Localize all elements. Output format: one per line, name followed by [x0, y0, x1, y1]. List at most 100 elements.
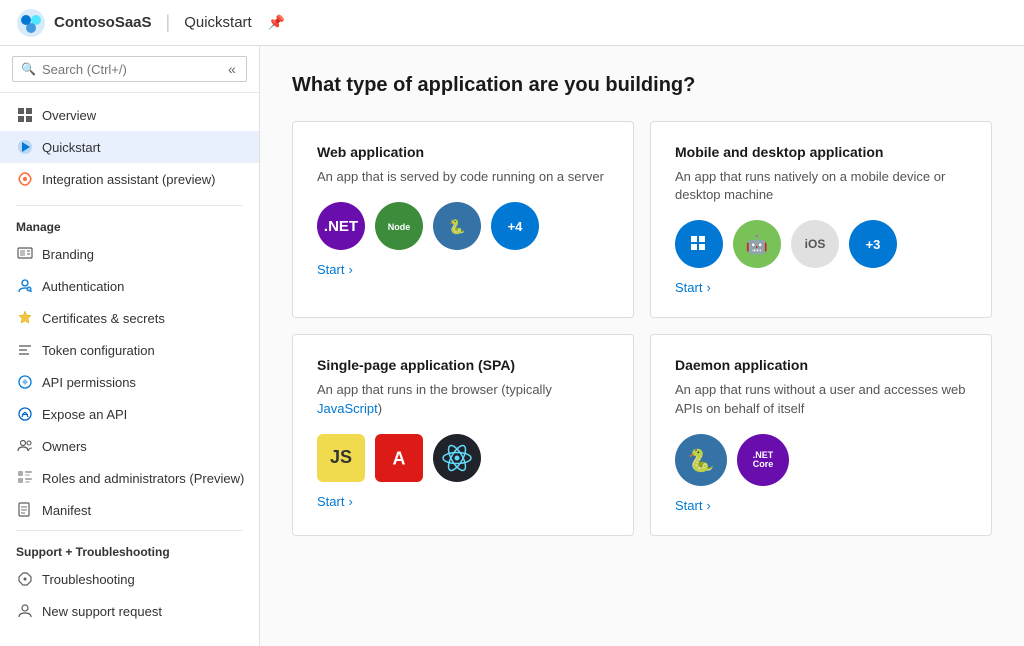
angular-icon: A [375, 434, 423, 482]
card-daemon-start[interactable]: Start › [675, 498, 967, 513]
svg-text:Node: Node [388, 222, 411, 232]
sidebar: 🔍 « Overview Quickstart [0, 46, 260, 646]
card-daemon-start-arrow: › [706, 498, 710, 513]
svg-text:🤖: 🤖 [746, 234, 768, 255]
manage-section-label: Manage [0, 210, 259, 238]
sidebar-item-api-permissions[interactable]: API permissions [0, 366, 259, 398]
expose-icon [16, 405, 34, 423]
dotnetcore-core: Core [753, 460, 774, 469]
search-input[interactable] [42, 62, 218, 77]
nodejs-icon: Node [375, 202, 423, 250]
js-icon: JS [317, 434, 365, 482]
sidebar-item-quickstart[interactable]: Quickstart [0, 131, 259, 163]
plus3-icon: +3 [849, 220, 897, 268]
nav-main: Overview Quickstart Integration assistan… [0, 93, 259, 201]
card-mobile-title: Mobile and desktop application [675, 144, 967, 160]
sidebar-item-certs-label: Certificates & secrets [42, 311, 165, 326]
sidebar-item-roles[interactable]: Roles and administrators (Preview) [0, 462, 259, 494]
card-web: Web application An app that is served by… [292, 121, 634, 318]
manage-divider [16, 205, 243, 206]
card-web-desc: An app that is served by code running on… [317, 168, 609, 186]
certs-icon [16, 309, 34, 327]
card-spa-title: Single-page application (SPA) [317, 357, 609, 373]
svg-text:A: A [393, 448, 406, 468]
sidebar-item-api-permissions-label: API permissions [42, 375, 136, 390]
topbar: ContosoSaaS | Quickstart 📌 [0, 0, 1024, 46]
card-web-start-arrow: › [348, 262, 352, 277]
search-bar: 🔍 « [0, 46, 259, 93]
page-title: What type of application are you buildin… [292, 74, 992, 97]
collapse-icon[interactable]: « [224, 61, 240, 77]
sidebar-item-support-request-label: New support request [42, 604, 162, 619]
card-spa: Single-page application (SPA) An app tha… [292, 334, 634, 535]
sidebar-item-token-label: Token configuration [42, 343, 155, 358]
sidebar-item-overview-label: Overview [42, 108, 96, 123]
card-web-start-label: Start [317, 262, 344, 277]
card-web-start[interactable]: Start › [317, 262, 609, 277]
sidebar-item-overview[interactable]: Overview [0, 99, 259, 131]
app-name: ContosoSaaS [54, 14, 152, 31]
card-mobile-start-arrow: › [706, 280, 710, 295]
pin-icon[interactable]: 📌 [268, 14, 285, 31]
card-spa-start-label: Start [317, 494, 344, 509]
card-mobile-desc: An app that runs natively on a mobile de… [675, 168, 967, 204]
svg-text:🐍: 🐍 [448, 218, 465, 235]
card-web-title: Web application [317, 144, 609, 160]
sidebar-item-manifest[interactable]: Manifest [0, 494, 259, 526]
dotnet-icon: .NET [317, 202, 365, 250]
android-icon: 🤖 [733, 220, 781, 268]
sidebar-item-authentication[interactable]: Authentication [0, 270, 259, 302]
main-content: What type of application are you buildin… [260, 46, 1024, 646]
topbar-page: Quickstart [184, 14, 252, 31]
card-daemon-desc: An app that runs without a user and acce… [675, 381, 967, 417]
owners-icon [16, 437, 34, 455]
sidebar-item-branding[interactable]: Branding [0, 238, 259, 270]
sidebar-item-support-request[interactable]: New support request [0, 595, 259, 627]
card-spa-desc: An app that runs in the browser (typical… [317, 381, 609, 417]
sidebar-item-manifest-label: Manifest [42, 503, 91, 518]
card-web-icons: .NET Node 🐍 +4 [317, 202, 609, 250]
roles-icon [16, 469, 34, 487]
ios-icon: iOS [791, 220, 839, 268]
sidebar-item-authentication-label: Authentication [42, 279, 124, 294]
sidebar-item-integration-label: Integration assistant (preview) [42, 172, 215, 187]
sidebar-item-certs[interactable]: Certificates & secrets [0, 302, 259, 334]
app-logo: ContosoSaaS [16, 8, 152, 38]
auth-icon [16, 277, 34, 295]
card-daemon-title: Daemon application [675, 357, 967, 373]
sidebar-item-integration[interactable]: Integration assistant (preview) [0, 163, 259, 195]
quickstart-icon [16, 138, 34, 156]
branding-icon [16, 245, 34, 263]
token-icon [16, 341, 34, 359]
sidebar-item-troubleshooting[interactable]: Troubleshooting [0, 563, 259, 595]
search-icon: 🔍 [21, 62, 36, 76]
overview-icon [16, 106, 34, 124]
troubleshooting-icon [16, 570, 34, 588]
card-mobile-icons: 🤖 iOS +3 [675, 220, 967, 268]
card-spa-start[interactable]: Start › [317, 494, 609, 509]
app-type-cards: Web application An app that is served by… [292, 121, 992, 536]
sidebar-item-token[interactable]: Token configuration [0, 334, 259, 366]
sidebar-item-owners[interactable]: Owners [0, 430, 259, 462]
sidebar-item-expose-api[interactable]: Expose an API [0, 398, 259, 430]
logo-icon [16, 8, 46, 38]
dotnetcore-icon: .NET Core [737, 434, 789, 486]
python-icon: 🐍 [433, 202, 481, 250]
sidebar-item-roles-label: Roles and administrators (Preview) [42, 471, 244, 486]
sidebar-item-branding-label: Branding [42, 247, 94, 262]
card-mobile-start[interactable]: Start › [675, 280, 967, 295]
card-daemon-icons: 🐍 .NET Core [675, 434, 967, 486]
search-wrap: 🔍 « [12, 56, 247, 82]
card-mobile: Mobile and desktop application An app th… [650, 121, 992, 318]
integration-icon [16, 170, 34, 188]
sidebar-item-owners-label: Owners [42, 439, 87, 454]
main-layout: 🔍 « Overview Quickstart [0, 46, 1024, 646]
card-daemon-start-label: Start [675, 498, 702, 513]
topbar-separator: | [166, 12, 171, 33]
sidebar-item-troubleshooting-label: Troubleshooting [42, 572, 135, 587]
support-section-label: Support + Troubleshooting [0, 535, 259, 563]
card-spa-start-arrow: › [348, 494, 352, 509]
card-spa-icons: JS A [317, 434, 609, 482]
windows-icon [675, 220, 723, 268]
api-icon [16, 373, 34, 391]
